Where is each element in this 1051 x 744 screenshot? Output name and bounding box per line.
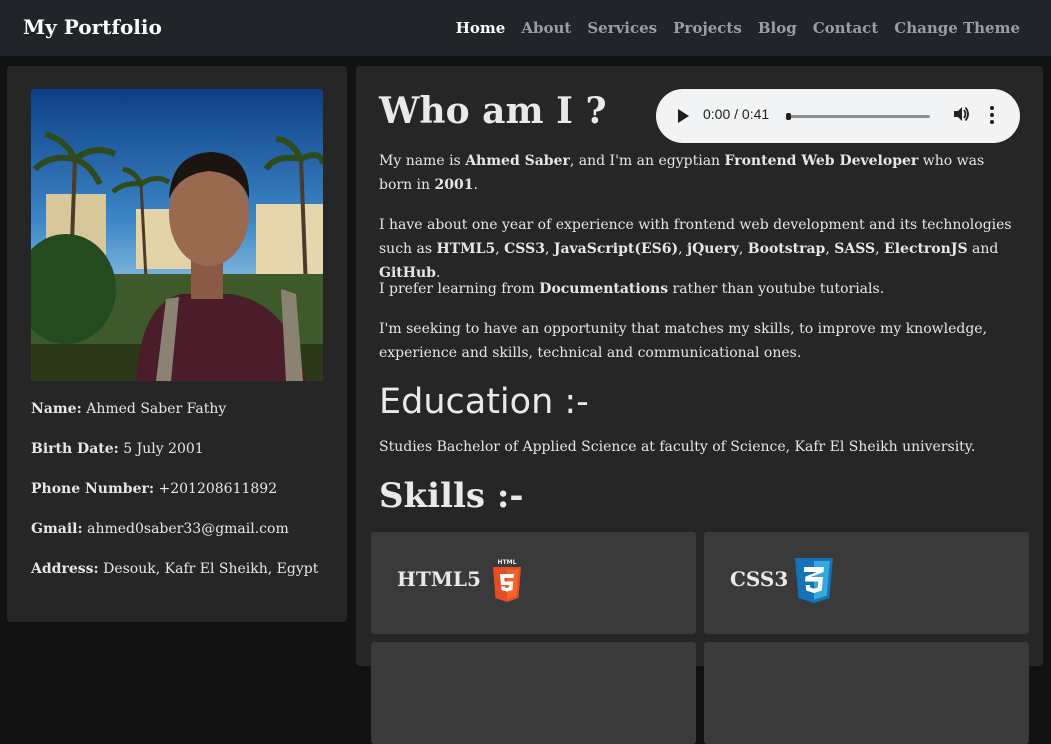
nav-link-contact[interactable]: Contact (813, 19, 879, 37)
skill-card (371, 642, 696, 744)
education-title: Education :- (379, 382, 589, 422)
brand-link[interactable]: My Portfolio (23, 15, 162, 39)
profile-phone: Phone Number: +201208611892 (31, 481, 277, 497)
profile-address: Address: Desouk, Kafr El Sheikh, Egypt (31, 561, 318, 577)
profile-name: Name: Ahmed Saber Fathy (31, 401, 226, 417)
profile-sidebar: Name: Ahmed Saber Fathy Birth Date: 5 Ju… (7, 66, 347, 622)
html5-icon: HTML (491, 558, 523, 608)
profile-name-label: Name: (31, 401, 82, 417)
about-paragraph-1: My name is Ahmed Saber, and I'm an egypt… (379, 153, 985, 193)
skill-label: CSS3 (730, 567, 789, 591)
profile-birth-date-label: Birth Date: (31, 441, 119, 457)
about-paragraph-3: I prefer learning from Documentations ra… (379, 281, 885, 297)
profile-birth-date-value: 5 July 2001 (123, 441, 204, 457)
audio-time: 0:00 / 0:41 (703, 106, 770, 122)
about-paragraph-2: I have about one year of experience with… (379, 217, 1012, 281)
profile-name-value: Ahmed Saber Fathy (86, 401, 227, 417)
css3-icon (792, 556, 836, 610)
audio-seek-thumb[interactable] (786, 113, 791, 120)
skill-card-css3: CSS3 (704, 532, 1029, 634)
about-title: Who am I ? (379, 90, 607, 132)
profile-gmail: Gmail: ahmed0saber33@gmail.com (31, 521, 289, 537)
profile-gmail-value: ahmed0saber33@gmail.com (87, 521, 289, 537)
profile-address-value: Desouk, Kafr El Sheikh, Egypt (103, 561, 319, 577)
more-options-icon[interactable] (990, 106, 994, 127)
nav-link-home[interactable]: Home (456, 19, 506, 37)
skill-card-html5: HTML5 HTML (371, 532, 696, 634)
nav-link-about[interactable]: About (521, 19, 571, 37)
skill-card (704, 642, 1029, 744)
nav-link-change-theme[interactable]: Change Theme (894, 19, 1020, 37)
skills-title: Skills :- (379, 476, 524, 516)
profile-gmail-label: Gmail: (31, 521, 83, 537)
audio-player[interactable]: 0:00 / 0:41 (656, 89, 1020, 143)
profile-phone-label: Phone Number: (31, 481, 155, 497)
education-text: Studies Bachelor of Applied Science at f… (379, 439, 976, 455)
about-paragraph-4: I'm seeking to have an opportunity that … (379, 321, 988, 361)
navbar: My Portfolio Home About Services Project… (0, 0, 1051, 56)
profile-address-label: Address: (31, 561, 99, 577)
svg-text:HTML: HTML (498, 559, 517, 566)
nav-link-blog[interactable]: Blog (758, 19, 797, 37)
audio-seek-bar[interactable] (786, 115, 930, 118)
skill-label: HTML5 (397, 567, 481, 591)
nav-link-projects[interactable]: Projects (673, 19, 742, 37)
nav-links: Home About Services Projects Blog Contac… (440, 19, 1020, 37)
play-icon[interactable] (678, 109, 689, 123)
volume-icon[interactable] (952, 105, 970, 127)
profile-photo (31, 89, 323, 381)
profile-birth-date: Birth Date: 5 July 2001 (31, 441, 204, 457)
main-content: Who am I ? 0:00 / 0:41 My name is Ahmed … (356, 66, 1043, 744)
nav-link-services[interactable]: Services (587, 19, 657, 37)
profile-phone-value: +201208611892 (158, 481, 278, 497)
